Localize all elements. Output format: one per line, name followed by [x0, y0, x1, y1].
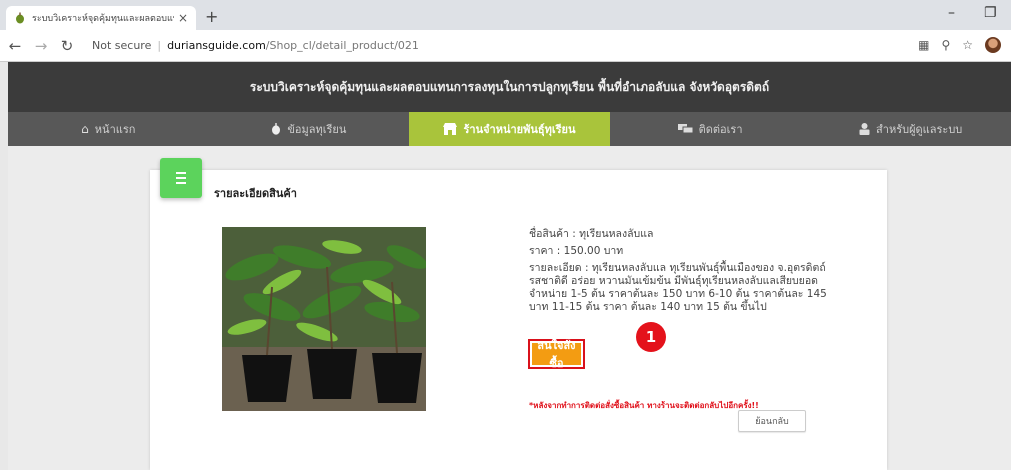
nav-item-shop[interactable]: ร้านจำหน่ายพันธุ์ทุเรียน	[409, 112, 610, 146]
star-icon[interactable]: ☆	[962, 38, 973, 52]
url-separator: |	[157, 38, 162, 52]
url-host: duriansguide.com	[167, 38, 266, 52]
browser-tab-bar: ระบบวิเคราะห์จุดคุ้มทุนและผลตอบแทน × + –…	[0, 0, 1011, 30]
main-nav: ⌂ หน้าแรก ข้อมูลทุเรียน ร้านจำหน่ายพันธุ…	[8, 112, 1011, 146]
durian-favicon-icon	[16, 12, 24, 24]
reload-icon[interactable]: ↻	[56, 37, 78, 55]
nav-item-label: ร้านจำหน่ายพันธุ์ทุเรียน	[463, 123, 576, 136]
nav-item-label: ติดต่อเรา	[698, 123, 743, 136]
product-name: ชื่อสินค้า : ทุเรียนหลงลับแล	[529, 228, 654, 240]
zoom-icon[interactable]: ⚲	[941, 38, 950, 52]
product-image	[222, 227, 426, 411]
security-label: Not secure	[92, 38, 152, 52]
restore-button[interactable]: ❐	[984, 5, 997, 21]
nav-item-home[interactable]: ⌂ หน้าแรก	[8, 112, 209, 146]
site-title: ระบบวิเคราะห์จุดคุ้มทุนและผลตอบแทนการลงท…	[249, 79, 770, 94]
nav-item-label: สำหรับผู้ดูแลระบบ	[876, 123, 963, 136]
url-field[interactable]: ⓘ Not secure | duriansguide.com/Shop_cl/…	[92, 34, 952, 276]
chat-icon	[677, 123, 693, 133]
browser-tab[interactable]: ระบบวิเคราะห์จุดคุ้มทุนและผลตอบแทน ×	[6, 6, 196, 30]
menu-icon	[160, 158, 202, 198]
minimize-button[interactable]: –	[948, 5, 955, 21]
order-button[interactable]: สนใจสั่งซื้อ	[532, 340, 581, 370]
forward-arrow-icon[interactable]: →	[30, 37, 52, 55]
product-description: รายละเอียด : ทุเรียนหลงลับแล ทุเรียนพันธ…	[529, 262, 827, 313]
step-marker: 1	[636, 322, 666, 352]
back-arrow-icon[interactable]: ←	[4, 37, 26, 55]
admin-icon	[859, 123, 870, 135]
nav-item-durian-info[interactable]: ข้อมูลทุเรียน	[209, 112, 410, 146]
shop-icon	[443, 123, 458, 135]
site-header: ระบบวิเคราะห์จุดคุ้มทุนและผลตอบแทนการลงท…	[8, 62, 1011, 112]
translate-icon[interactable]: ▦	[918, 38, 929, 52]
profile-avatar[interactable]	[985, 37, 1001, 53]
nav-item-contact[interactable]: ติดต่อเรา	[610, 112, 811, 146]
browser-tab-title: ระบบวิเคราะห์จุดคุ้มทุนและผลตอบแทน	[32, 14, 174, 24]
address-bar-row: ← → ↻ ⓘ Not secure | duriansguide.com/Sh…	[0, 30, 1011, 276]
url-path: /Shop_cl/detail_product/021	[265, 38, 419, 52]
order-button-highlight: สนใจสั่งซื้อ	[528, 339, 585, 370]
durian-seedlings-photo	[222, 227, 426, 411]
nav-item-admin[interactable]: สำหรับผู้ดูแลระบบ	[810, 112, 1011, 146]
new-tab-button[interactable]: +	[205, 7, 218, 26]
address-bar-icons: ▦ ⚲ ☆	[918, 37, 1001, 53]
nav-item-label: หน้าแรก	[94, 123, 136, 136]
product-info: ชื่อสินค้า : ทุเรียนหลงลับแล ราคา : 150.…	[529, 228, 849, 318]
back-button[interactable]: ย้อนกลับ	[738, 410, 806, 432]
order-note: *หลังจากทำการติดต่อสั่งซื้อสินค้า ทางร้า…	[529, 401, 759, 410]
nav-item-label: ข้อมูลทุเรียน	[287, 123, 347, 136]
card-title: รายละเอียดสินค้า	[214, 187, 297, 200]
durian-icon	[272, 123, 281, 135]
product-price: ราคา : 150.00 บาท	[529, 245, 624, 257]
home-icon: ⌂	[81, 122, 89, 136]
tab-close-icon[interactable]: ×	[178, 11, 188, 25]
